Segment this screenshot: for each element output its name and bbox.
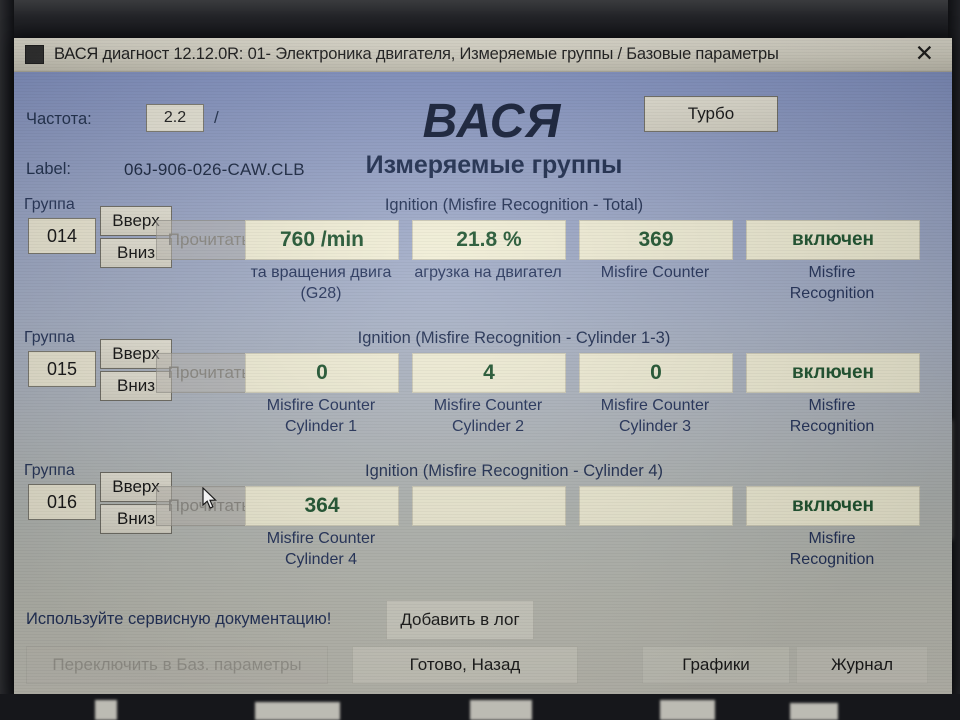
group-block-title: Ignition (Misfire Recognition - Cylinder… [364,462,664,480]
group-value-fields: 364 включен [14,486,952,526]
field-caption-line: агрузка на двигател [414,264,562,281]
journal-button[interactable]: Журнал [796,646,928,684]
field-caption-line: Misfire Counter [433,397,543,414]
group-value-fields: 760 /min 21.8 % 369 включен [14,220,952,260]
window-titlebar: ВАСЯ диагност 12.12.0R: 01- Электроника … [14,38,952,72]
value-field: 369 [579,220,733,260]
monitor-bezel-left [0,0,14,720]
value-field: 0 [245,353,399,393]
field-caption-line: Misfire [808,264,856,281]
controller-label-value: 06J-906-026-CAW.CLB [124,160,305,179]
field-caption: Misfire Counter Cylinder 3 [579,395,731,437]
value-field: 4 [412,353,566,393]
field-caption: Misfire Recognition [746,262,918,304]
field-caption-line: Cylinder 2 [451,418,525,435]
value-field: включен [746,220,920,260]
background-object [790,703,838,720]
field-caption-line: Misfire Counter [600,264,710,281]
field-caption: Misfire Recognition [746,528,918,570]
group-value-fields: 0 4 0 включен [14,353,952,393]
background-object [470,700,532,720]
charts-button[interactable]: Графики [642,646,790,684]
frequency-label: Частота: [26,110,92,128]
vcds-application-window: ВАСЯ диагност 12.12.0R: 01- Электроника … [14,38,952,695]
field-caption-line: Cylinder 4 [284,551,358,568]
value-field [412,486,566,526]
background-object [660,700,715,720]
field-caption-line: Misfire Counter [266,397,376,414]
field-caption: та вращения двига (G28) [245,262,397,304]
background-object [95,700,117,720]
frequency-value-field[interactable]: 2.2 [146,104,204,132]
field-caption-line: Misfire [808,397,856,414]
field-caption-line: Misfire Counter [600,397,710,414]
group-caption: Группа [24,329,75,346]
value-field: включен [746,353,920,393]
group-caption: Группа [24,196,75,213]
background-object [255,702,340,720]
field-caption-line: Recognition [789,285,875,302]
value-field: 760 /min [245,220,399,260]
field-caption: Misfire Counter Cylinder 2 [412,395,564,437]
service-documentation-hint: Используйте сервисную документацию! [26,610,332,628]
field-caption-line: Cylinder 3 [618,418,692,435]
field-caption: Misfire Counter [579,262,731,283]
field-caption-line: Recognition [789,418,875,435]
add-to-log-button[interactable]: Добавить в лог [386,600,534,640]
field-caption-line: Misfire Counter [266,530,376,547]
value-field [579,486,733,526]
field-caption-line: та вращения двига [250,264,392,281]
frequency-separator: / [214,108,219,127]
page-title: Измеряемые группы [365,151,623,179]
field-caption-line: Misfire [808,530,856,547]
value-field: 364 [245,486,399,526]
field-caption: Misfire Recognition [746,395,918,437]
field-caption-line: Recognition [789,551,875,568]
group-caption: Группа [24,462,75,479]
field-caption-line: (G28) [300,285,342,302]
value-field: 0 [579,353,733,393]
vasya-logo: ВАСЯ [422,95,562,148]
window-title: ВАСЯ диагност 12.12.0R: 01- Электроника … [54,45,779,63]
value-field: включен [746,486,920,526]
mouse-cursor-icon [202,487,217,509]
switch-to-basic-settings-button[interactable]: Переключить в Баз. параметры [26,646,328,684]
field-caption: агрузка на двигател [412,262,564,283]
turbo-button[interactable]: Турбо [644,96,778,132]
monitor-photo: ВАСЯ диагност 12.12.0R: 01- Электроника … [0,0,960,720]
field-caption: Misfire Counter Cylinder 4 [245,528,397,570]
field-caption: Misfire Counter Cylinder 1 [245,395,397,437]
done-back-button[interactable]: Готово, Назад [352,646,578,684]
field-caption-line: Cylinder 1 [284,418,358,435]
value-field: 21.8 % [412,220,566,260]
close-icon[interactable]: ✕ [915,43,934,66]
group-block-title: Ignition (Misfire Recognition - Total) [384,196,644,214]
group-block-title: Ignition (Misfire Recognition - Cylinder… [357,329,671,347]
controller-label-label: Label: [26,160,71,178]
monitor-bezel-top [0,0,960,38]
application-icon [25,45,44,64]
